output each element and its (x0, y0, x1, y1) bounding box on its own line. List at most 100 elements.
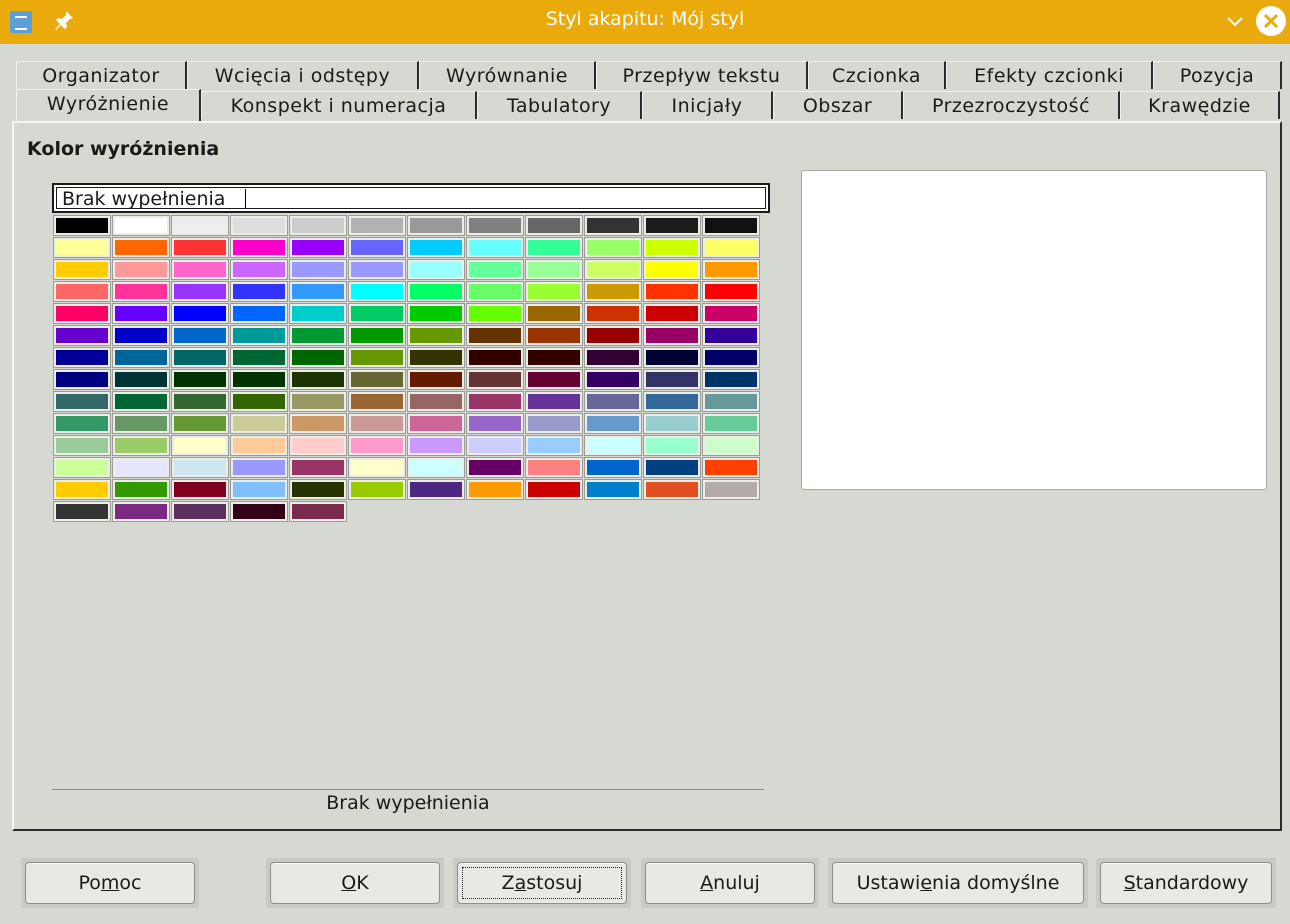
color-swatch[interactable] (407, 347, 465, 368)
color-swatch[interactable] (584, 369, 642, 390)
color-swatch[interactable] (112, 369, 170, 390)
color-swatch[interactable] (53, 457, 111, 478)
color-swatch[interactable] (643, 237, 701, 258)
color-swatch[interactable] (466, 325, 524, 346)
color-swatch[interactable] (112, 325, 170, 346)
color-swatch[interactable] (525, 413, 583, 434)
color-swatch[interactable] (289, 347, 347, 368)
color-swatch[interactable] (348, 457, 406, 478)
color-swatch[interactable] (230, 215, 288, 236)
color-swatch[interactable] (407, 369, 465, 390)
color-swatch[interactable] (525, 347, 583, 368)
color-swatch[interactable] (584, 479, 642, 500)
color-swatch[interactable] (702, 457, 760, 478)
color-swatch[interactable] (53, 281, 111, 302)
chevron-down-icon[interactable] (1224, 10, 1246, 32)
color-swatch[interactable] (407, 325, 465, 346)
color-swatch[interactable] (643, 281, 701, 302)
color-swatch[interactable] (230, 303, 288, 324)
tab-czcionka[interactable]: Czcionka (808, 61, 946, 89)
color-swatch[interactable] (702, 347, 760, 368)
color-swatch[interactable] (171, 281, 229, 302)
color-swatch[interactable] (348, 347, 406, 368)
color-swatch[interactable] (112, 435, 170, 456)
color-swatch[interactable] (702, 281, 760, 302)
color-swatch[interactable] (348, 391, 406, 412)
standard-button[interactable]: Standardowy (1100, 862, 1272, 904)
color-swatch[interactable] (348, 435, 406, 456)
color-swatch[interactable] (289, 413, 347, 434)
no-fill-option[interactable]: Brak wypełnienia (51, 182, 771, 214)
color-swatch[interactable] (584, 413, 642, 434)
color-swatch[interactable] (53, 413, 111, 434)
color-swatch[interactable] (702, 413, 760, 434)
color-swatch[interactable] (348, 215, 406, 236)
color-swatch[interactable] (171, 347, 229, 368)
color-swatch[interactable] (171, 325, 229, 346)
color-swatch[interactable] (230, 325, 288, 346)
color-swatch[interactable] (289, 325, 347, 346)
color-swatch[interactable] (112, 215, 170, 236)
color-swatch[interactable] (584, 215, 642, 236)
color-swatch[interactable] (230, 237, 288, 258)
reset-defaults-button[interactable]: Ustawienia domyślne (832, 862, 1084, 904)
color-swatch[interactable] (230, 457, 288, 478)
color-swatch[interactable] (407, 215, 465, 236)
color-swatch[interactable] (171, 369, 229, 390)
tab-pozycja[interactable]: Pozycja (1153, 61, 1282, 89)
color-swatch[interactable] (289, 303, 347, 324)
color-swatch[interactable] (230, 413, 288, 434)
color-swatch[interactable] (466, 303, 524, 324)
color-swatch[interactable] (53, 215, 111, 236)
color-swatch[interactable] (466, 391, 524, 412)
color-swatch[interactable] (643, 347, 701, 368)
color-swatch[interactable] (466, 457, 524, 478)
color-swatch[interactable] (702, 259, 760, 280)
close-icon[interactable] (1256, 6, 1286, 36)
color-swatch[interactable] (230, 347, 288, 368)
tab-organizator[interactable]: Organizator (16, 61, 187, 89)
color-swatch[interactable] (584, 237, 642, 258)
color-swatch[interactable] (171, 413, 229, 434)
color-swatch[interactable] (466, 215, 524, 236)
color-swatch[interactable] (53, 479, 111, 500)
tab-przepływ-tekstu[interactable]: Przepływ tekstu (596, 61, 808, 89)
color-swatch[interactable] (466, 369, 524, 390)
color-swatch[interactable] (584, 281, 642, 302)
color-swatch[interactable] (584, 325, 642, 346)
color-swatch[interactable] (702, 369, 760, 390)
color-swatch[interactable] (584, 457, 642, 478)
color-swatch[interactable] (171, 237, 229, 258)
tab-wyrównanie[interactable]: Wyrównanie (419, 61, 596, 89)
color-swatch[interactable] (407, 303, 465, 324)
color-swatch[interactable] (407, 435, 465, 456)
color-swatch[interactable] (643, 435, 701, 456)
color-swatch[interactable] (466, 479, 524, 500)
color-swatch[interactable] (702, 237, 760, 258)
tab-wcięcia-i-odstępy[interactable]: Wcięcia i odstępy (187, 61, 419, 89)
color-swatch[interactable] (525, 237, 583, 258)
color-swatch[interactable] (584, 435, 642, 456)
color-swatch[interactable] (643, 457, 701, 478)
color-swatch[interactable] (525, 435, 583, 456)
color-swatch[interactable] (348, 237, 406, 258)
color-swatch[interactable] (53, 303, 111, 324)
color-swatch[interactable] (53, 435, 111, 456)
color-swatch[interactable] (702, 303, 760, 324)
color-swatch[interactable] (407, 391, 465, 412)
tab-inicjały[interactable]: Inicjały (642, 91, 773, 119)
color-swatch[interactable] (702, 215, 760, 236)
color-swatch[interactable] (112, 501, 170, 522)
color-swatch[interactable] (112, 303, 170, 324)
color-swatch[interactable] (112, 413, 170, 434)
tab-krawędzie[interactable]: Krawędzie (1120, 91, 1280, 119)
color-swatch[interactable] (348, 369, 406, 390)
color-swatch[interactable] (466, 435, 524, 456)
color-swatch[interactable] (407, 259, 465, 280)
color-swatch[interactable] (171, 303, 229, 324)
color-swatch[interactable] (171, 215, 229, 236)
color-swatch[interactable] (584, 347, 642, 368)
color-swatch[interactable] (525, 281, 583, 302)
color-swatch[interactable] (289, 237, 347, 258)
tab-przezroczystość[interactable]: Przezroczystość (903, 91, 1120, 119)
